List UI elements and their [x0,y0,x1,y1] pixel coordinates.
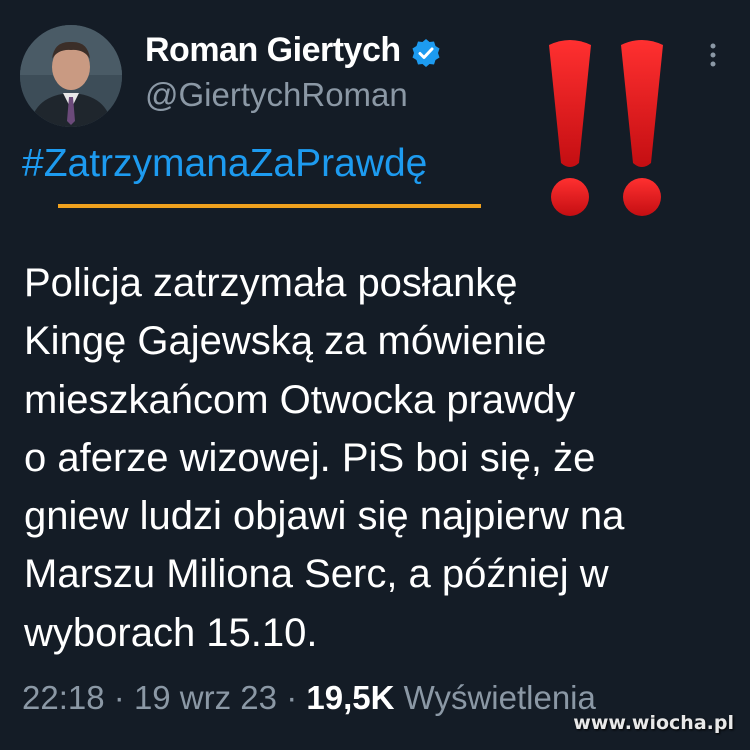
author-avatar[interactable] [20,25,122,127]
meta-separator: · [113,679,125,716]
more-options-icon[interactable] [705,40,721,70]
views-label: Wyświetlenia [403,679,596,716]
hashtag-link[interactable]: #ZatrzymanaZaPrawdę [22,140,427,188]
avatar-portrait [20,25,122,127]
author-name[interactable]: Roman Giertych [145,28,401,72]
author-handle[interactable]: @GiertychRoman [145,73,408,117]
tweet-meta: 22:18 · 19 wrz 23 · 19,5K Wyświetlenia [22,676,596,720]
site-watermark: www.wiocha.pl [573,712,734,734]
double-exclamation-icon [535,35,675,225]
meta-separator: · [286,679,298,716]
author-name-row[interactable]: Roman Giertych [145,28,441,72]
highlight-underline [58,204,481,208]
tweet-body: Policja zatrzymała posłankę Kingę Gajews… [24,261,625,655]
tweet-date[interactable]: 19 wrz 23 [134,679,277,716]
tweet-screenshot: Roman Giertych @GiertychRoman #Zatrzyman… [0,0,750,750]
views-count: 19,5K [306,679,395,716]
tweet-time[interactable]: 22:18 [22,679,105,716]
verified-badge-icon [411,35,441,67]
